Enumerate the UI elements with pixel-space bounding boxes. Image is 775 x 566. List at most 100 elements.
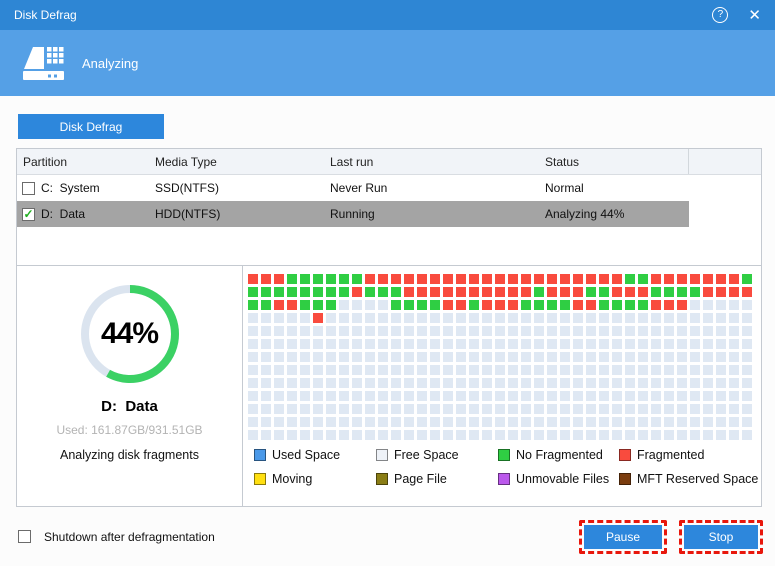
column-last-run[interactable]: Last run: [330, 155, 545, 169]
disk-block: [365, 391, 375, 401]
disk-block: [300, 378, 310, 388]
disk-block: [560, 352, 570, 362]
help-icon[interactable]: ?: [712, 7, 728, 23]
disk-block: [248, 417, 258, 427]
disk-block: [391, 365, 401, 375]
disk-block: [586, 313, 596, 323]
disk-block: [638, 352, 648, 362]
partition-label: D: Data: [41, 207, 85, 221]
shutdown-label: Shutdown after defragmentation: [44, 530, 215, 544]
disk-block: [560, 313, 570, 323]
window-title: Disk Defrag: [14, 8, 77, 22]
disk-block: [248, 378, 258, 388]
disk-block: [326, 378, 336, 388]
disk-block: [378, 391, 388, 401]
disk-block: [508, 287, 518, 297]
disk-block: [547, 365, 557, 375]
legend-swatch: [498, 473, 510, 485]
column-media-type[interactable]: Media Type: [155, 155, 330, 169]
disk-block: [638, 378, 648, 388]
disk-block: [664, 365, 674, 375]
pause-button[interactable]: Pause: [584, 525, 662, 549]
disk-block: [495, 313, 505, 323]
lower-panels: 44% D: Data Used: 161.87GB/931.51GB Anal…: [17, 265, 761, 506]
disk-block: [599, 404, 609, 414]
disk-block: [352, 365, 362, 375]
disk-block: [716, 287, 726, 297]
disk-block: [690, 378, 700, 388]
disk-block: [716, 378, 726, 388]
stop-button[interactable]: Stop: [684, 525, 758, 549]
disk-block: [261, 339, 271, 349]
disk-block: [560, 391, 570, 401]
disk-block: [274, 378, 284, 388]
disk-block: [534, 417, 544, 427]
disk-block: [352, 274, 362, 284]
disk-block: [651, 404, 661, 414]
close-icon[interactable]: ✕: [748, 8, 761, 23]
disk-block: [703, 391, 713, 401]
table-header: Partition Media Type Last run Status: [17, 149, 761, 175]
disk-block: [560, 378, 570, 388]
column-partition[interactable]: Partition: [17, 155, 155, 169]
table-row[interactable]: ✓D: DataHDD(NTFS)RunningAnalyzing 44%: [17, 201, 761, 227]
disk-block: [508, 391, 518, 401]
disk-defrag-window: Disk Defrag ? ✕ Analyzing Disk Defrag: [0, 0, 775, 566]
main-panel: Partition Media Type Last run Status ✓C:…: [16, 148, 762, 507]
disk-block: [417, 326, 427, 336]
disk-block: [404, 352, 414, 362]
disk-block: [508, 404, 518, 414]
disk-block: [599, 352, 609, 362]
disk-block: [417, 404, 427, 414]
disk-block: [716, 339, 726, 349]
disk-block: [404, 326, 414, 336]
legend-label: MFT Reserved Space: [637, 472, 758, 486]
disk-block: [677, 391, 687, 401]
disk-block: [495, 378, 505, 388]
disk-block: [573, 300, 583, 310]
disk-block: [300, 300, 310, 310]
disk-block: [586, 391, 596, 401]
disk-block: [573, 404, 583, 414]
disk-block: [300, 391, 310, 401]
disk-block: [261, 391, 271, 401]
legend-swatch: [498, 449, 510, 461]
disk-block: [586, 287, 596, 297]
disk-block: [404, 313, 414, 323]
disk-block: [274, 313, 284, 323]
disk-block: [378, 287, 388, 297]
partition-checkbox[interactable]: ✓: [22, 182, 35, 195]
disk-block: [690, 365, 700, 375]
disk-block: [651, 300, 661, 310]
disk-block: [417, 287, 427, 297]
disk-block: [690, 300, 700, 310]
disk-block: [586, 352, 596, 362]
disk-block: [248, 404, 258, 414]
media-type-cell: SSD(NTFS): [155, 181, 330, 195]
disk-block: [456, 326, 466, 336]
disk-block: [287, 287, 297, 297]
disk-block: [443, 339, 453, 349]
tab-disk-defrag[interactable]: Disk Defrag: [18, 114, 164, 139]
legend-item: Used Space: [254, 448, 376, 462]
column-status[interactable]: Status: [545, 155, 688, 169]
shutdown-checkbox[interactable]: ✓: [18, 530, 31, 543]
disk-block: [690, 339, 700, 349]
disk-block: [560, 417, 570, 427]
table-row[interactable]: ✓C: SystemSSD(NTFS)Never RunNormal: [17, 175, 761, 201]
disk-block: [261, 352, 271, 362]
disk-block: [729, 352, 739, 362]
partition-checkbox[interactable]: ✓: [22, 208, 35, 221]
disk-block: [521, 365, 531, 375]
disk-block: [482, 352, 492, 362]
disk-block: [716, 417, 726, 427]
disk-block: [625, 339, 635, 349]
disk-block: [456, 313, 466, 323]
disk-block: [365, 378, 375, 388]
disk-block: [651, 365, 661, 375]
disk-block: [508, 300, 518, 310]
legend-item: Moving: [254, 472, 376, 486]
disk-block: [534, 378, 544, 388]
disk-block: [287, 274, 297, 284]
disk-block: [430, 352, 440, 362]
